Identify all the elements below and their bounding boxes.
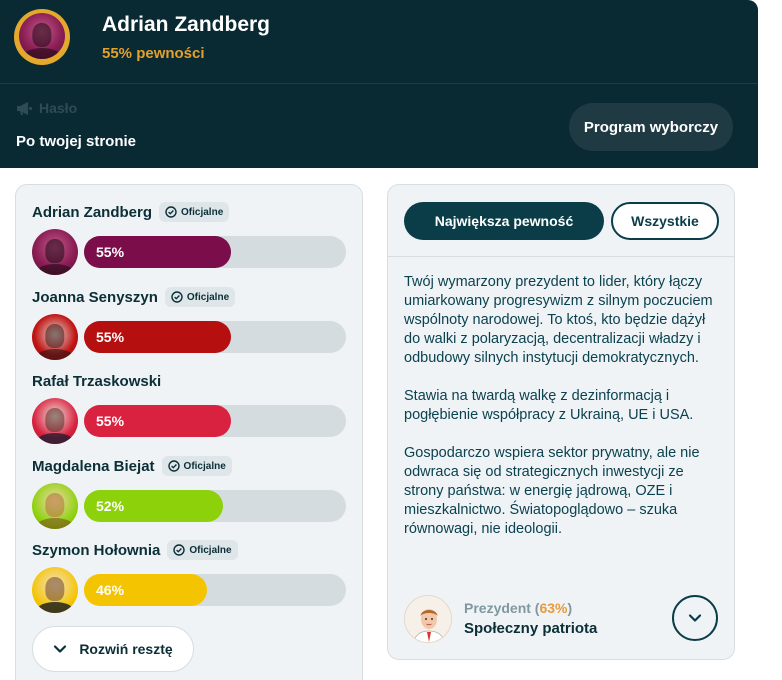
score-label: 46% bbox=[96, 582, 125, 598]
candidate-name: Adrian Zandberg bbox=[102, 13, 271, 36]
header-top: Adrian Zandberg 55% pewności bbox=[0, 0, 758, 84]
candidate-avatar bbox=[32, 229, 78, 275]
score-label: 52% bbox=[96, 498, 125, 514]
president-label-line: Prezydent (63%) bbox=[464, 600, 573, 616]
official-badge-label: Oficjalne bbox=[183, 460, 226, 472]
program-button[interactable]: Program wyborczy bbox=[569, 103, 733, 151]
candidate-avatar bbox=[14, 9, 70, 65]
score-track: 52% bbox=[84, 490, 346, 522]
score-track: 55% bbox=[84, 321, 346, 353]
candidate-row[interactable]: Magdalena Biejat Oficjalne 52% bbox=[16, 455, 364, 539]
score-label: 55% bbox=[96, 329, 125, 345]
tab-all[interactable]: Wszystkie bbox=[611, 202, 719, 240]
candidate-avatar bbox=[32, 483, 78, 529]
tab-highest-confidence[interactable]: Największa pewność bbox=[404, 202, 604, 240]
description-paragraph: Twój wymarzony prezydent to lider, który… bbox=[404, 274, 713, 366]
candidate-row-name: Joanna Senyszyn bbox=[32, 288, 158, 306]
slogan-heading: Hasło bbox=[16, 100, 77, 116]
president-type-row: Prezydent (63%) Społeczny patriota bbox=[404, 595, 720, 645]
candidate-avatar bbox=[32, 398, 78, 444]
president-avatar bbox=[404, 595, 452, 643]
slogan-text: Po twojej stronie bbox=[16, 133, 137, 150]
candidates-panel: Adrian Zandberg Oficjalne 55% Joanna Sen… bbox=[15, 184, 363, 680]
candidate-row-name: Rafał Trzaskowski bbox=[32, 372, 162, 390]
candidate-row[interactable]: Joanna Senyszyn Oficjalne 55% bbox=[16, 286, 364, 370]
president-label: Prezydent bbox=[464, 600, 531, 616]
candidate-avatar bbox=[32, 567, 78, 613]
profile-panel: Największa pewność Wszystkie Twój wymarz… bbox=[387, 184, 735, 660]
description-paragraph: Stawia na twardą walkę z dezinformacją i… bbox=[404, 388, 694, 423]
official-badge: Oficjalne bbox=[159, 202, 230, 222]
chevron-down-icon bbox=[54, 645, 67, 653]
official-badge-label: Oficjalne bbox=[189, 544, 232, 556]
slogan-label: Hasło bbox=[39, 100, 78, 116]
confidence-label: 55% pewności bbox=[102, 45, 205, 62]
profile-description: Twój wymarzony prezydent to lider, który… bbox=[404, 273, 722, 558]
president-percent: 63% bbox=[539, 600, 568, 616]
check-badge-icon bbox=[167, 460, 180, 472]
description-paragraph: Gospodarczo wspiera sektor prywatny, ale… bbox=[404, 445, 700, 537]
score-track: 55% bbox=[84, 405, 346, 437]
check-badge-icon bbox=[173, 544, 186, 556]
candidate-row[interactable]: Szymon Hołownia Oficjalne 46% bbox=[16, 539, 364, 623]
check-badge-icon bbox=[165, 206, 177, 218]
expand-profile-button[interactable] bbox=[672, 595, 718, 641]
official-badge: Oficjalne bbox=[164, 287, 236, 307]
score-track: 46% bbox=[84, 574, 346, 606]
candidate-row-name: Szymon Hołownia bbox=[32, 541, 161, 559]
candidate-row[interactable]: Adrian Zandberg Oficjalne 55% bbox=[16, 201, 364, 285]
candidate-row-name: Magdalena Biejat bbox=[32, 457, 155, 475]
candidate-row[interactable]: Rafał Trzaskowski 55% bbox=[16, 370, 364, 454]
official-badge-label: Oficjalne bbox=[186, 291, 230, 303]
megaphone-icon bbox=[17, 101, 32, 115]
tab-bar: Największa pewność Wszystkie bbox=[388, 185, 734, 257]
candidate-header: Adrian Zandberg 55% pewności Hasło Po tw… bbox=[0, 0, 758, 168]
expand-button-label: Rozwiń resztę bbox=[79, 641, 173, 657]
score-label: 55% bbox=[96, 244, 125, 260]
candidate-row-name: Adrian Zandberg bbox=[32, 203, 153, 221]
official-badge: Oficjalne bbox=[167, 540, 238, 560]
official-badge: Oficjalne bbox=[161, 456, 232, 476]
candidate-avatar bbox=[32, 314, 78, 360]
expand-button[interactable]: Rozwiń resztę bbox=[32, 626, 194, 672]
chevron-down-icon bbox=[688, 614, 702, 622]
check-badge-icon bbox=[171, 291, 183, 303]
score-track: 55% bbox=[84, 236, 346, 268]
official-badge-label: Oficjalne bbox=[181, 206, 224, 218]
president-type: Społeczny patriota bbox=[464, 620, 598, 637]
score-label: 55% bbox=[96, 413, 125, 429]
